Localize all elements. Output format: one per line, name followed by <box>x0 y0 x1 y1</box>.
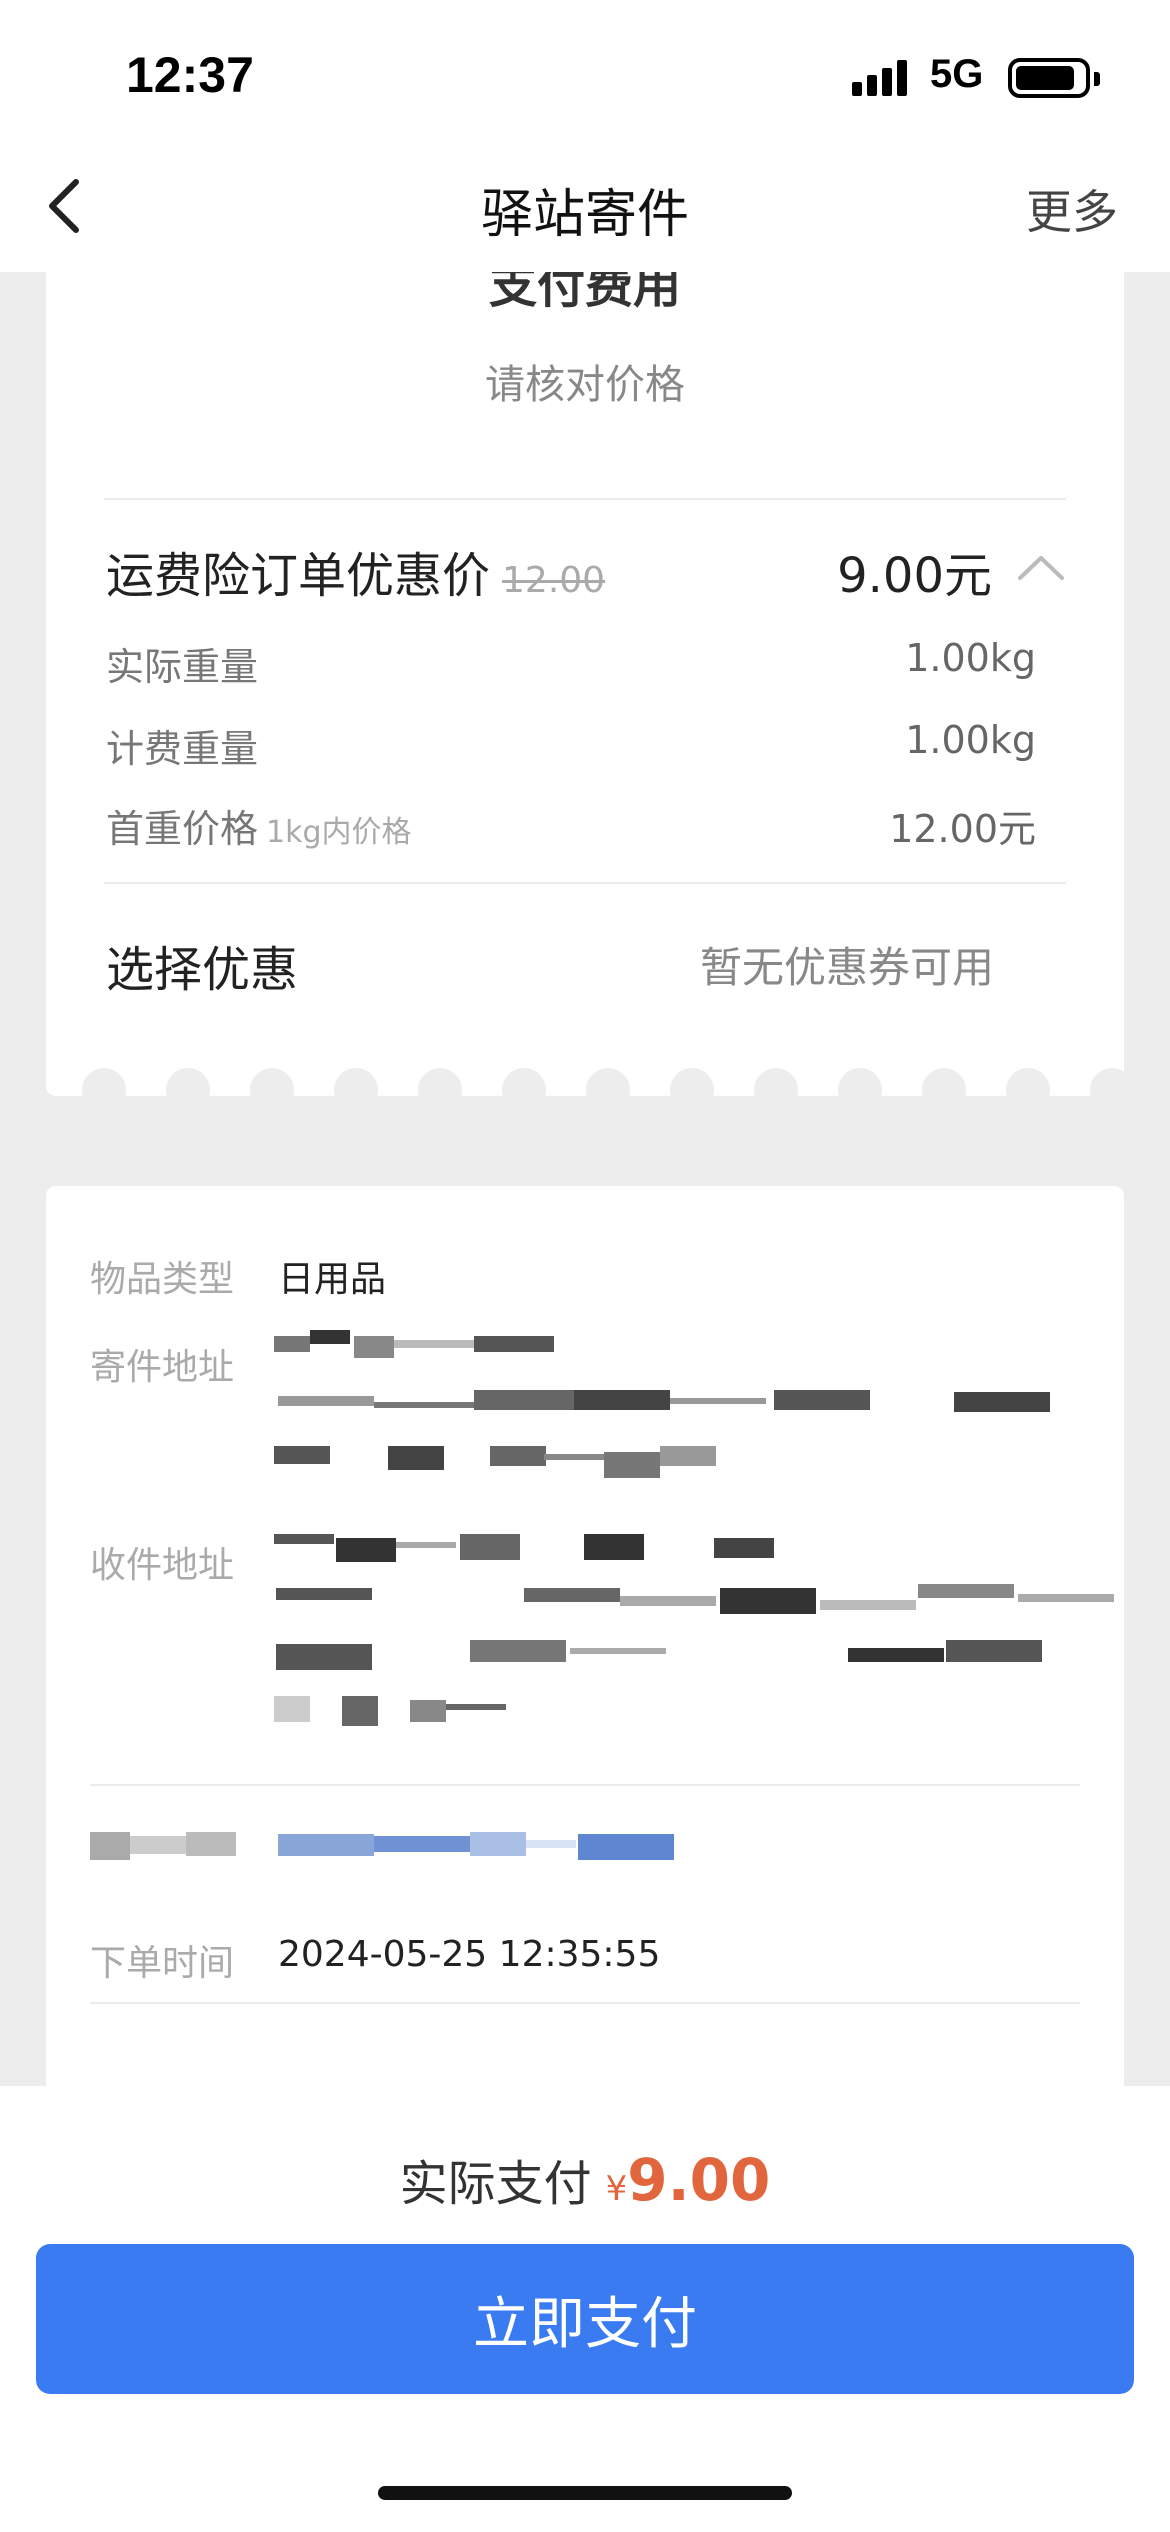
top-bar: 12:37 5G 驿站寄件 更多 <box>0 0 1170 272</box>
battery-icon <box>1008 58 1100 98</box>
currency-symbol: ¥ <box>605 2169 628 2209</box>
coupon-status[interactable]: 暂无优惠券可用 <box>700 934 994 995</box>
ticket-edge <box>46 1068 1124 1096</box>
receiver-address-redacted <box>274 1534 1114 1754</box>
pay-now-button[interactable]: 立即支付 <box>36 2244 1134 2394</box>
order-time-label: 下单时间 <box>90 1943 235 1984</box>
row-value: 1.00kg <box>905 636 1036 680</box>
divider <box>104 882 1066 884</box>
sender-address-redacted <box>274 1330 1074 1496</box>
row-value: 1.00kg <box>905 718 1036 762</box>
fee-subtitle: 请核对价格 <box>485 362 685 408</box>
status-time: 12:37 <box>126 47 254 103</box>
sender-address-label: 寄件地址 <box>90 1347 235 1388</box>
payment-label: 实际支付 <box>399 2156 592 2212</box>
order-info-card: 物品类型 日用品 寄件地址 收件地址 下单时间 2024-05-25 12:35… <box>46 1186 1124 2116</box>
signal-icon <box>852 60 912 96</box>
item-type-value: 日用品 <box>278 1259 387 1300</box>
chevron-up-icon[interactable] <box>1016 552 1066 582</box>
more-button[interactable]: 更多 <box>1026 176 1118 242</box>
discount-price-label: 运费险订单优惠价 12.00 <box>106 536 605 606</box>
row-hint: 1kg内价格 <box>266 815 412 850</box>
select-discount-label[interactable]: 选择优惠 <box>106 930 298 1000</box>
home-indicator[interactable] <box>378 2486 792 2500</box>
page-title: 驿站寄件 <box>480 185 689 245</box>
payment-summary: 实际支付 ¥9.00 <box>0 2144 1170 2214</box>
redacted-value <box>278 1830 688 1866</box>
row-value: 12.00元 <box>889 807 1036 851</box>
weight-billed-row: 计费重量 1.00kg <box>106 718 1036 773</box>
discount-price-value: 9.00元 <box>837 548 992 604</box>
discount-price-text: 运费险订单优惠价 <box>106 548 491 604</box>
row-label: 计费重量 <box>106 727 259 771</box>
redacted-label <box>90 1832 240 1862</box>
divider <box>90 2002 1080 2004</box>
item-type-label: 物品类型 <box>90 1259 235 1300</box>
row-label: 实际重量 <box>106 645 259 689</box>
fee-card: 支付费用 请核对价格 运费险订单优惠价 12.00 9.00元 实际重量 1.00… <box>46 230 1124 1096</box>
receiver-address-label: 收件地址 <box>90 1545 235 1586</box>
payment-amount: 9.00 <box>627 2146 771 2214</box>
divider <box>90 1784 1080 1786</box>
order-time-value: 2024-05-25 12:35:55 <box>278 1934 661 1975</box>
payment-bar: 实际支付 ¥9.00 立即支付 <box>0 2086 1170 2532</box>
network-label: 5G <box>930 52 984 96</box>
first-weight-row: 首重价格 1kg内价格 12.00元 <box>106 798 1036 853</box>
weight-actual-row: 实际重量 1.00kg <box>106 636 1036 691</box>
original-price: 12.00 <box>502 560 606 601</box>
row-label: 首重价格 <box>106 807 259 851</box>
divider <box>104 498 1066 500</box>
